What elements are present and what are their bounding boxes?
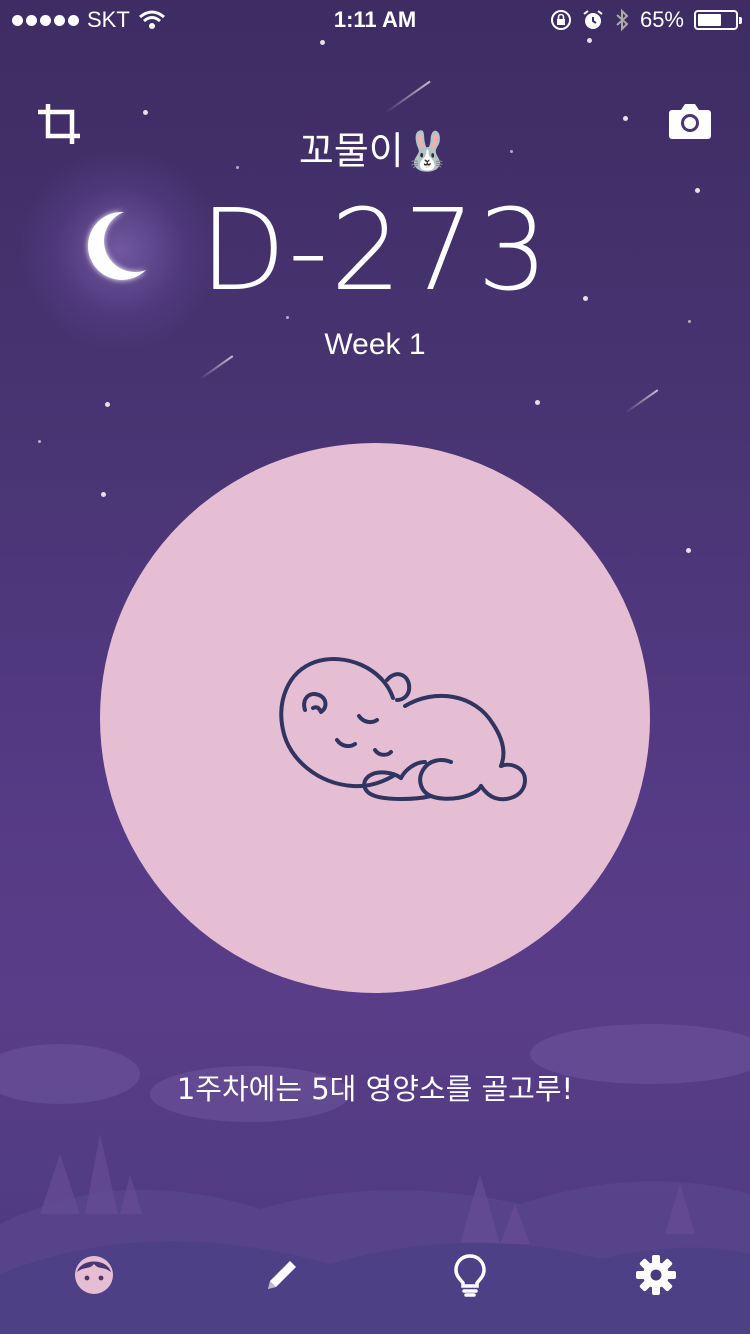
shooting-star (384, 80, 431, 114)
tab-bar (0, 1245, 750, 1305)
app-screen: SKT 1:11 AM 65% 꼬물이🐰 D-273 Week 1 1주차에는 … (0, 0, 750, 1334)
tab-diary[interactable] (252, 1245, 312, 1305)
star (286, 316, 289, 319)
week-label: Week 1 (324, 328, 426, 361)
star (320, 40, 325, 45)
baby-face-icon (75, 1256, 113, 1294)
tab-tips[interactable] (440, 1245, 500, 1305)
shooting-star (624, 389, 659, 414)
star (688, 320, 691, 323)
baby-name[interactable]: 꼬물이🐰 (0, 120, 750, 175)
star (105, 402, 110, 407)
star (101, 492, 106, 497)
tab-baby[interactable] (64, 1245, 124, 1305)
bluetooth-icon (616, 8, 629, 32)
weekly-tip-message[interactable]: 1주차에는 5대 영양소를 골고루! (0, 1066, 750, 1108)
star (143, 110, 148, 115)
alarm-icon (583, 10, 603, 29)
pencil-icon (268, 1261, 296, 1289)
battery-level (698, 14, 722, 26)
star (686, 548, 691, 553)
gear-icon (636, 1255, 676, 1295)
star (535, 400, 540, 405)
status-right: 65% (550, 7, 742, 33)
lightbulb-icon (454, 1254, 486, 1297)
battery-icon (694, 10, 742, 30)
battery-percent: 65% (639, 7, 684, 32)
status-bar: SKT 1:11 AM 65% (0, 0, 750, 40)
tab-settings[interactable] (626, 1245, 686, 1305)
star (38, 440, 41, 443)
dday-counter: D-273 (199, 186, 551, 316)
rotation-lock-icon (550, 10, 571, 30)
sleeping-baby-icon (279, 657, 527, 802)
